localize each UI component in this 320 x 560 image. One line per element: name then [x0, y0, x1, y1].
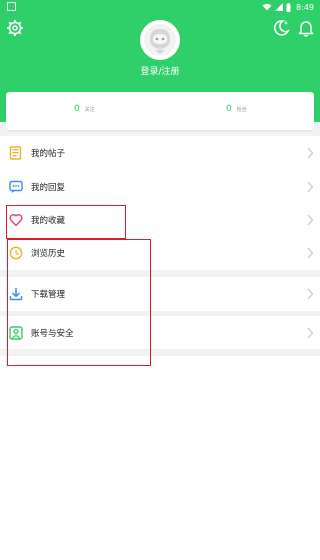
menu-item-browse-history[interactable]: 浏览历史	[0, 236, 320, 270]
followers-stat[interactable]: 0 粉丝	[226, 104, 247, 114]
clock-icon	[9, 246, 23, 260]
status-bar: 8:49	[0, 0, 320, 14]
following-count: 0	[74, 104, 80, 114]
menu-label: 浏览历史	[31, 249, 66, 259]
download-icon	[9, 288, 23, 301]
section-gap	[0, 349, 320, 356]
heart-icon	[9, 214, 23, 227]
menu-item-my-favorites[interactable]: 我的收藏	[0, 204, 320, 236]
signal-icon	[275, 3, 284, 11]
menu-item-my-replies[interactable]: 我的回复	[0, 170, 320, 204]
followers-count: 0	[226, 104, 232, 114]
menu-label: 我的收藏	[31, 216, 66, 226]
stats-card: 0 关注 0 粉丝	[6, 92, 314, 130]
menu-item-account-security[interactable]: 账号与安全	[0, 316, 320, 349]
reply-icon	[9, 180, 23, 193]
following-label: 关注	[84, 107, 95, 113]
notification-square-icon	[7, 2, 16, 11]
wifi-icon	[262, 3, 272, 11]
avatar-placeholder-icon	[144, 24, 176, 56]
section-gap	[0, 270, 320, 277]
chevron-right-icon	[307, 214, 314, 226]
gear-icon[interactable]	[5, 18, 25, 38]
menu-label: 账号与安全	[31, 329, 74, 339]
menu-label: 我的帖子	[31, 149, 66, 159]
chevron-right-icon	[307, 288, 314, 300]
posts-icon	[9, 146, 22, 160]
chevron-right-icon	[307, 247, 314, 259]
chevron-right-icon	[307, 327, 314, 339]
chevron-right-icon	[307, 181, 314, 193]
moon-icon[interactable]	[271, 18, 291, 38]
account-icon	[9, 326, 23, 340]
avatar[interactable]	[140, 20, 180, 60]
menu-label: 下载管理	[31, 290, 66, 300]
menu-label: 我的回复	[31, 183, 66, 193]
battery-icon	[286, 2, 291, 12]
menu-item-my-posts[interactable]: 我的帖子	[0, 136, 320, 170]
chevron-right-icon	[307, 147, 314, 159]
bell-icon[interactable]	[296, 18, 316, 38]
followers-label: 粉丝	[236, 107, 247, 113]
menu-item-download-manager[interactable]: 下载管理	[0, 277, 320, 311]
following-stat[interactable]: 0 关注	[74, 104, 95, 114]
status-time: 8:49	[296, 2, 314, 12]
login-register-link[interactable]: 登录/注册	[0, 64, 320, 77]
